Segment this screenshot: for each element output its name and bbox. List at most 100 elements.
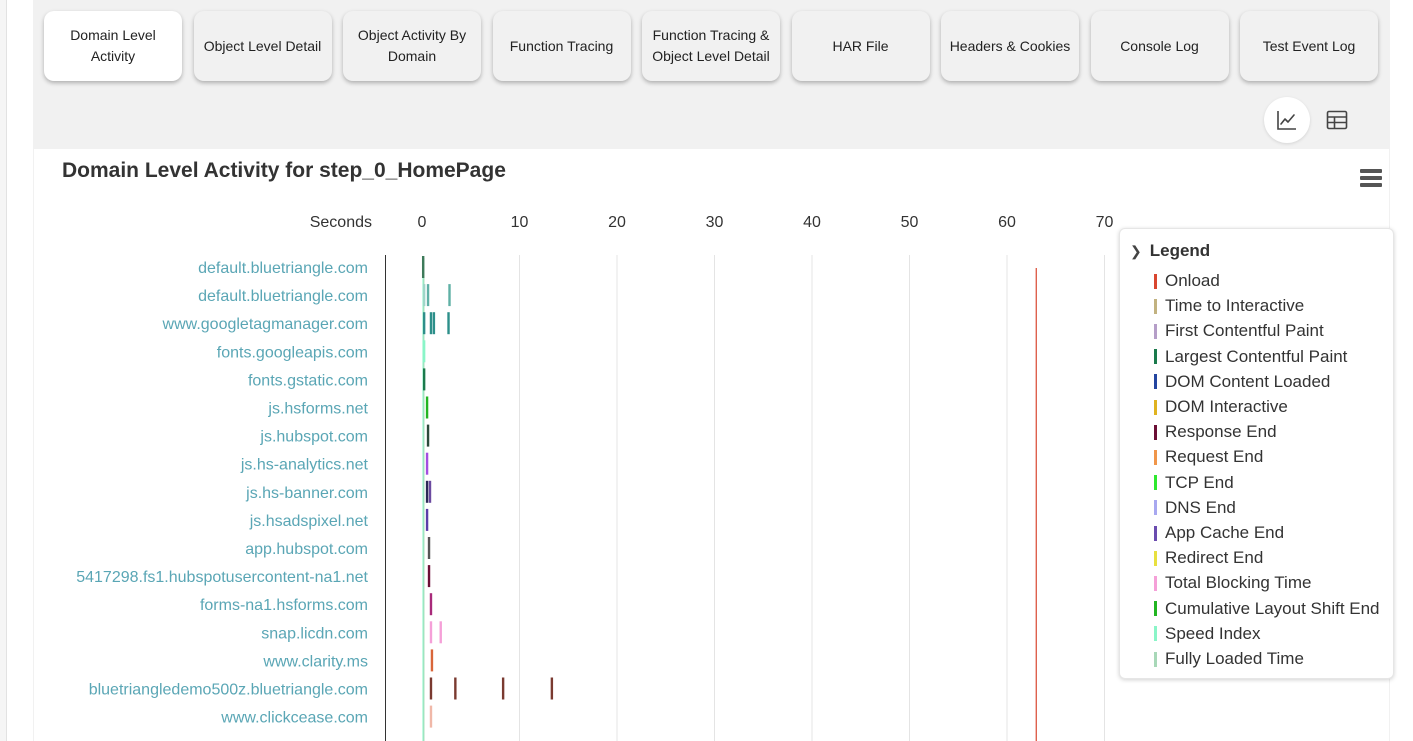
- domain-label[interactable]: js.hsforms.net: [267, 401, 368, 418]
- activity-mark: [427, 537, 431, 559]
- legend-swatch: [1154, 323, 1157, 339]
- legend-item[interactable]: Total Blocking Time: [1154, 573, 1311, 593]
- x-tick-label: 70: [1096, 214, 1114, 231]
- legend-label: Time to Interactive: [1165, 296, 1305, 316]
- activity-mark: [425, 396, 429, 419]
- legend-panel: ❯ Legend Onload Time to Interactive First …: [1119, 228, 1394, 679]
- legend-item[interactable]: Response End: [1154, 422, 1277, 442]
- activity-mark: [439, 621, 442, 644]
- activity-mark: [430, 649, 434, 672]
- domain-label[interactable]: www.googletagmanager.com: [162, 316, 368, 333]
- activity-mark: [454, 677, 457, 700]
- x-axis-title: Seconds: [310, 214, 372, 231]
- activity-mark: [422, 312, 426, 335]
- x-tick-label: 40: [803, 214, 821, 231]
- legend-label: App Cache End: [1165, 523, 1285, 542]
- activity-mark: [501, 677, 505, 700]
- activity-mark: [429, 593, 433, 616]
- activity-mark: [428, 480, 432, 503]
- legend-swatch: [1154, 601, 1157, 617]
- legend-swatch: [1154, 651, 1157, 667]
- legend-item[interactable]: TCP End: [1154, 473, 1234, 493]
- legend-item[interactable]: Fully Loaded Time: [1154, 649, 1304, 669]
- activity-mark: [429, 705, 433, 728]
- activity-mark: [427, 565, 431, 588]
- legend-item[interactable]: Speed Index: [1154, 624, 1260, 644]
- activity-mark: [422, 284, 426, 307]
- domain-label[interactable]: snap.licdn.com: [261, 625, 368, 642]
- activity-mark: [447, 312, 450, 335]
- legend-item[interactable]: Onload: [1154, 271, 1220, 291]
- activity-mark: [426, 284, 430, 307]
- legend-swatch: [1154, 349, 1157, 365]
- activity-mark: [422, 368, 426, 391]
- domain-label[interactable]: www.clarity.ms: [262, 653, 368, 670]
- legend-swatch: [1154, 575, 1157, 591]
- domain-label[interactable]: js.hsadspixel.net: [249, 513, 369, 530]
- legend-toggle[interactable]: ❯ Legend: [1130, 241, 1210, 261]
- legend-item[interactable]: Cumulative Layout Shift End: [1154, 599, 1380, 619]
- legend-item[interactable]: Request End: [1154, 447, 1263, 467]
- legend-swatch: [1154, 298, 1157, 314]
- legend-item[interactable]: DOM Content Loaded: [1154, 372, 1330, 392]
- domain-label[interactable]: js.hs-banner.com: [245, 485, 368, 502]
- x-tick-label: 0: [418, 214, 427, 231]
- legend-item[interactable]: DOM Interactive: [1154, 397, 1288, 417]
- legend-label: Fully Loaded Time: [1165, 649, 1304, 668]
- activity-mark: [425, 480, 429, 503]
- legend-title: Legend: [1149, 241, 1211, 260]
- domain-label[interactable]: js.hs-analytics.net: [240, 457, 369, 474]
- legend-item[interactable]: Redirect End: [1154, 548, 1263, 568]
- domain-label[interactable]: 5417298.fs1.hubspotusercontent-na1.net: [76, 569, 368, 586]
- activity-mark: [432, 312, 436, 335]
- activity-mark: [426, 424, 430, 447]
- x-tick-label: 60: [998, 214, 1016, 231]
- legend-label: Request End: [1165, 447, 1264, 467]
- domain-label[interactable]: js.hubspot.com: [259, 429, 368, 446]
- domain-label[interactable]: default.bluetriangle.com: [198, 260, 368, 277]
- domain-label[interactable]: forms-na1.hsforms.com: [200, 597, 368, 614]
- domain-label[interactable]: default.bluetriangle.com: [198, 288, 368, 305]
- legend-swatch: [1154, 500, 1157, 516]
- legend-swatch: [1154, 374, 1157, 390]
- x-tick-label: 50: [901, 214, 919, 231]
- legend-label: Redirect End: [1165, 548, 1264, 568]
- legend-label: DOM Content Loaded: [1165, 371, 1331, 391]
- x-tick-label: 10: [511, 214, 529, 231]
- legend-swatch: [1154, 475, 1157, 491]
- legend-swatch: [1154, 626, 1157, 642]
- x-tick-label: 30: [706, 214, 724, 231]
- activity-mark: [421, 256, 425, 278]
- domain-label[interactable]: fonts.googleapis.com: [217, 344, 368, 361]
- activity-mark: [429, 312, 433, 335]
- activity-mark: [422, 340, 426, 363]
- legend-item[interactable]: App Cache End: [1154, 523, 1284, 543]
- legend-swatch: [1154, 525, 1157, 541]
- legend-label: DOM Interactive: [1165, 397, 1288, 416]
- legend-swatch: [1154, 399, 1157, 415]
- domain-label[interactable]: fonts.gstatic.com: [248, 372, 368, 389]
- activity-mark: [429, 621, 433, 644]
- legend-label: TCP End: [1165, 472, 1234, 492]
- x-tick-label: 20: [608, 214, 626, 231]
- legend-item[interactable]: First Contentful Paint: [1154, 321, 1324, 341]
- legend-label: Largest Contentful Paint: [1165, 346, 1348, 366]
- legend-item[interactable]: Largest Contentful Paint: [1154, 347, 1347, 367]
- activity-mark: [429, 677, 433, 700]
- domain-label[interactable]: app.hubspot.com: [245, 541, 368, 558]
- legend-item[interactable]: Time to Interactive: [1154, 296, 1304, 316]
- legend-swatch: [1154, 449, 1157, 465]
- activity-mark: [425, 508, 429, 531]
- activity-mark: [425, 452, 429, 475]
- legend-item[interactable]: DNS End: [1154, 498, 1236, 518]
- legend-label: Speed Index: [1165, 623, 1261, 643]
- chevron-right-icon: ❯: [1130, 242, 1142, 259]
- legend-swatch: [1154, 424, 1157, 440]
- activity-mark: [448, 284, 451, 307]
- legend-label: Response End: [1165, 422, 1277, 442]
- domain-label[interactable]: www.clickcease.com: [220, 710, 368, 727]
- domain-label[interactable]: bluetriangledemo500z.bluetriangle.com: [89, 682, 368, 699]
- legend-label: DNS End: [1165, 497, 1236, 517]
- legend-label: Cumulative Layout Shift End: [1165, 598, 1380, 618]
- legend-label: Total Blocking Time: [1165, 573, 1312, 593]
